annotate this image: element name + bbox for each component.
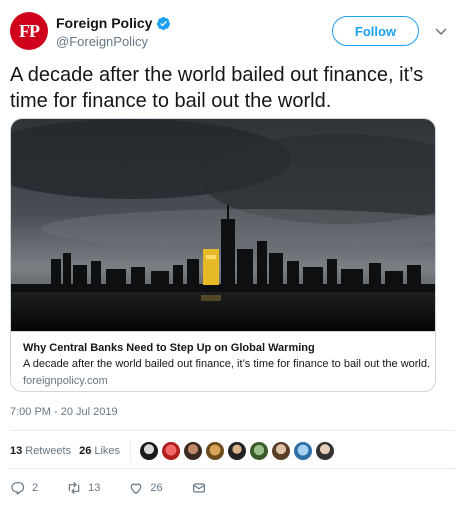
card-description: A decade after the world bailed out fina… — [23, 358, 431, 370]
account-avatar[interactable]: FP — [10, 12, 48, 50]
verified-badge-icon — [157, 16, 171, 30]
like-count: 26 — [150, 482, 163, 494]
chevron-down-icon[interactable] — [434, 24, 448, 38]
tweet-header: FP Foreign Policy @ForeignPolicy Follow — [10, 12, 455, 52]
likes-stat[interactable]: 26 Likes — [79, 445, 120, 457]
divider — [10, 468, 455, 469]
retweets-label: Retweets — [25, 445, 72, 457]
avatar[interactable] — [139, 441, 160, 461]
retweets-stat[interactable]: 13 Retweets — [10, 445, 71, 457]
avatar[interactable] — [293, 441, 314, 461]
avatar[interactable] — [249, 441, 270, 461]
reply-icon — [11, 482, 25, 495]
avatar[interactable] — [271, 441, 292, 461]
account-name-row: Foreign Policy — [56, 15, 171, 31]
retweet-icon — [68, 482, 80, 494]
retweets-count: 13 — [10, 445, 23, 457]
engagement-stats: 13 Retweets 26 Likes — [10, 440, 337, 462]
card-title[interactable]: Why Central Banks Need to Step Up on Glo… — [23, 342, 425, 354]
reply-count: 2 — [32, 482, 39, 494]
account-handle[interactable]: @ForeignPolicy — [56, 34, 148, 49]
retweet-button[interactable]: 13 — [66, 480, 100, 496]
tweet-text: A decade after the world bailed out fina… — [10, 64, 424, 112]
card-image[interactable] — [11, 119, 436, 331]
follow-button[interactable]: Follow — [332, 16, 419, 46]
link-card[interactable]: Why Central Banks Need to Step Up on Glo… — [10, 118, 436, 392]
avatar[interactable] — [227, 441, 248, 461]
direct-message-button[interactable] — [191, 480, 213, 496]
card-domain: foreignpolicy.com — [23, 375, 108, 387]
like-button[interactable]: 26 — [128, 480, 163, 496]
divider — [10, 430, 455, 431]
liker-avatars — [139, 441, 337, 461]
avatar[interactable] — [161, 441, 182, 461]
likes-count: 26 — [79, 445, 92, 457]
likes-label: Likes — [94, 445, 121, 457]
account-name[interactable]: Foreign Policy — [56, 15, 152, 31]
heart-icon — [131, 483, 142, 494]
avatar[interactable] — [205, 441, 226, 461]
avatar[interactable] — [183, 441, 204, 461]
retweet-count: 13 — [88, 482, 101, 494]
tweet-actions: 2 13 26 — [10, 478, 241, 498]
tweet-timestamp[interactable]: 7:00 PM - 20 Jul 2019 — [10, 406, 118, 418]
envelope-icon — [192, 483, 205, 493]
card-body[interactable]: Why Central Banks Need to Step Up on Glo… — [11, 331, 435, 391]
reply-button[interactable]: 2 — [10, 480, 38, 496]
stats-separator — [130, 440, 132, 462]
avatar[interactable] — [315, 441, 336, 461]
